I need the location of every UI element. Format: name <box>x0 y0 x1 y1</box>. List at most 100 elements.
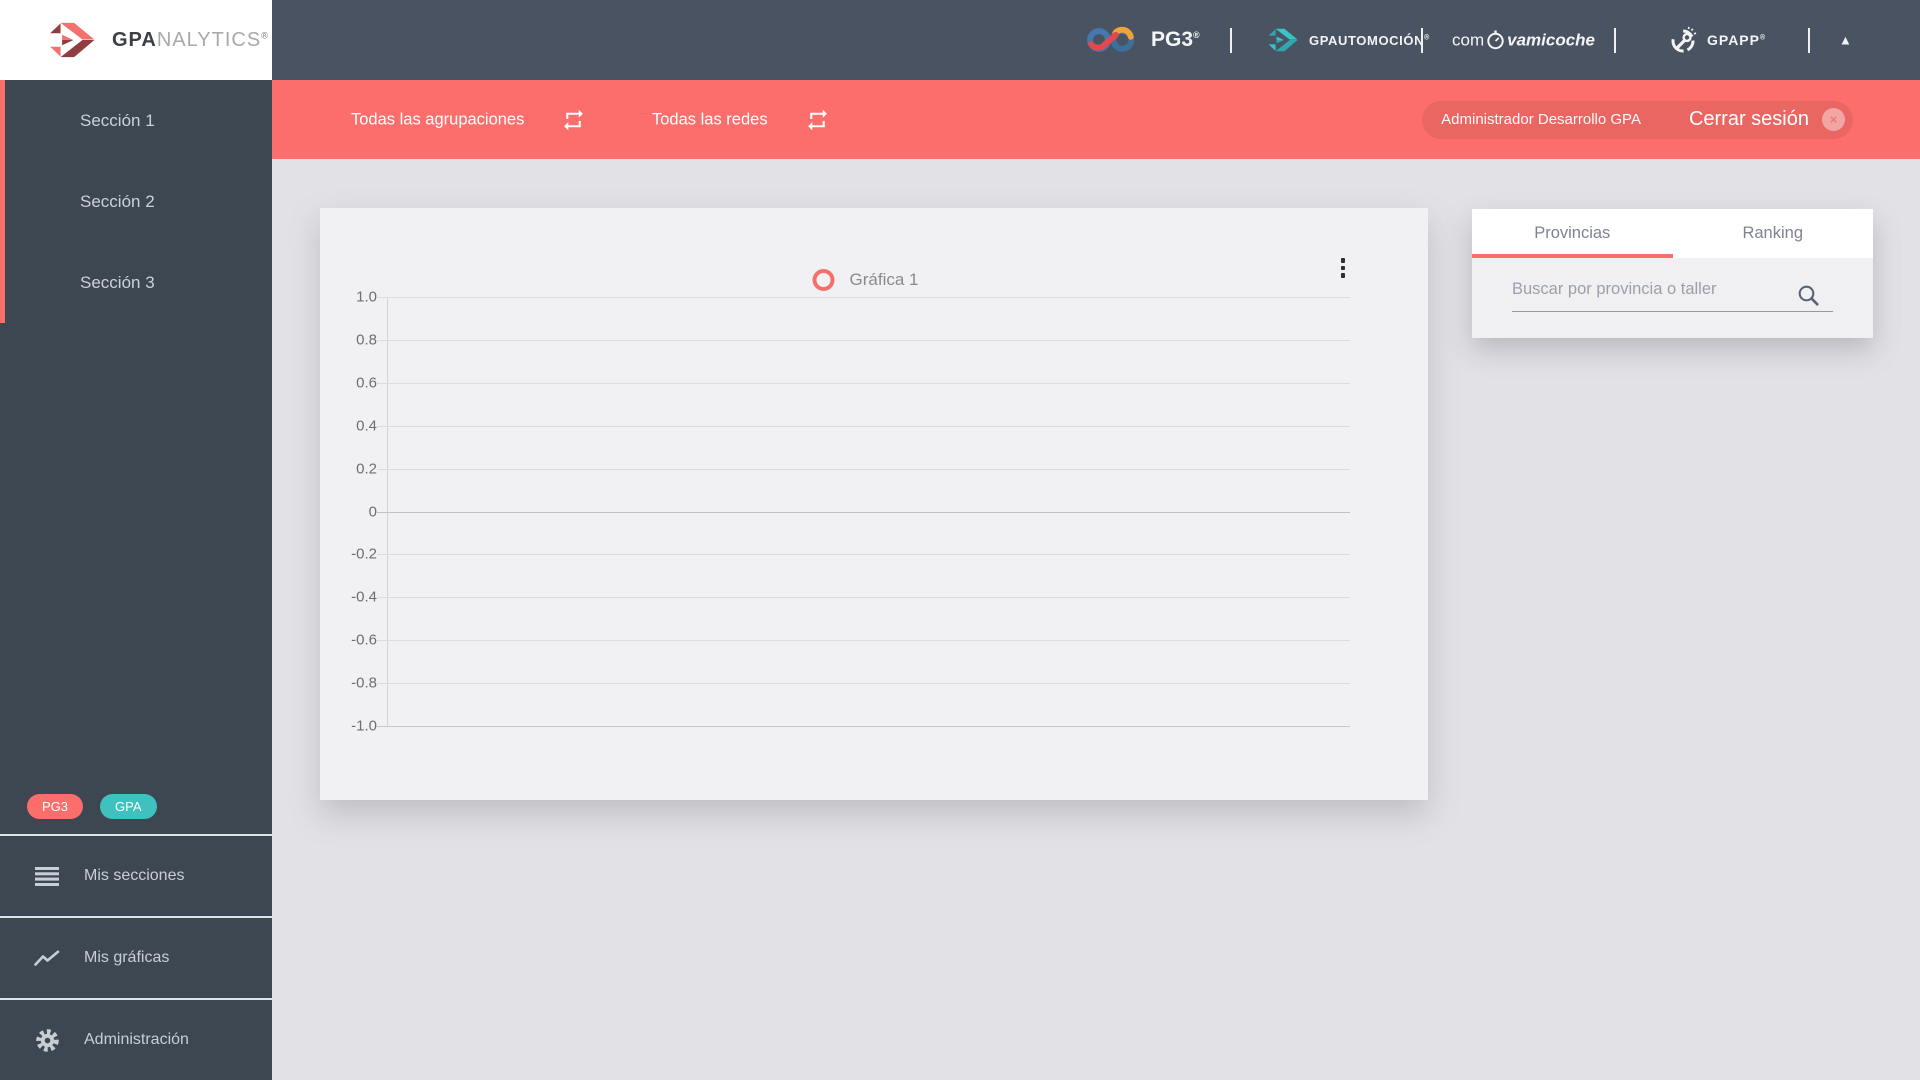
gridline <box>377 339 1350 341</box>
panel-body <box>1472 258 1873 338</box>
gridline <box>377 640 1350 642</box>
y-tick-label: 0.4 <box>356 417 377 435</box>
header-divider <box>1614 28 1616 53</box>
sidebar-item-mis-secciones[interactable]: Mis secciones <box>0 834 272 916</box>
y-tick-label: 0 <box>368 503 377 520</box>
sidebar-item-label: Sección 2 <box>80 191 155 211</box>
pg3-logo-text: PG3® <box>1151 28 1200 51</box>
kebab-dot <box>1340 273 1345 278</box>
gridline <box>377 726 1350 727</box>
chart-legend[interactable]: Gráfica 1 <box>812 269 919 291</box>
legend-ring-icon <box>812 269 835 291</box>
gpapp-logo: GPAPP® <box>1670 26 1766 54</box>
y-tick-label: -0.8 <box>351 674 377 692</box>
gpa-badge[interactable]: GPA <box>100 794 157 819</box>
y-tick-label: 1.0 <box>356 288 377 306</box>
gridline <box>377 297 1350 298</box>
gpautomocion-logo-text: GPAUTOMOCIÓN® <box>1309 32 1430 48</box>
chevron-up-icon[interactable]: ▲ <box>1839 33 1852 48</box>
sidebar-item-seccion-2[interactable]: Sección 2 <box>5 161 272 242</box>
logout-close-icon[interactable]: × <box>1822 108 1845 131</box>
registered-mark: ® <box>261 29 269 40</box>
user-session-pill: Administrador Desarrollo GPA Cerrar sesi… <box>1422 100 1853 139</box>
y-tick-label: 0.6 <box>356 374 377 392</box>
sidebar-item-seccion-3[interactable]: Sección 3 <box>5 242 272 323</box>
gpautomocion-arrow-icon <box>1268 28 1298 52</box>
sidebar-item-administracion[interactable]: Administración <box>0 998 272 1080</box>
sidebar-item-mis-graficas[interactable]: Mis gráficas <box>0 916 272 998</box>
gridline <box>377 511 1350 513</box>
gpautomocion-logo: GPAUTOMOCIÓN® <box>1266 26 1430 54</box>
search-input[interactable] <box>1512 268 1833 312</box>
registered-mark: ® <box>1759 34 1767 42</box>
pg3-infinity-icon <box>1087 26 1135 52</box>
gridline <box>377 554 1350 556</box>
line-chart-icon <box>34 949 60 967</box>
gridline <box>377 425 1350 427</box>
sidebar-item-label: Mis secciones <box>84 867 185 884</box>
chart-card: Gráfica 1 1.0 0.8 0.6 0.4 0.2 0 -0.2 -0.4 -0.6 -0… <box>320 208 1428 800</box>
registered-mark: ® <box>1193 30 1200 40</box>
gear-icon <box>34 1028 60 1053</box>
app-logo-text: GPANALYTICS® <box>112 29 269 52</box>
chart-plot: 1.0 0.8 0.6 0.4 0.2 0 -0.2 -0.4 -0.6 -0.8 -1.0 <box>351 289 1350 735</box>
app-logo: GPANALYTICS® <box>0 0 272 80</box>
badges-row: PG3 GPA <box>0 779 272 834</box>
pg3-logo: PG3® <box>1084 25 1200 55</box>
comvamicoche-logo: com vamicoche <box>1452 30 1595 51</box>
logout-button[interactable]: Cerrar sesión <box>1689 108 1809 131</box>
repeat-icon <box>561 107 586 132</box>
user-name: Administrador Desarrollo GPA <box>1441 111 1641 128</box>
stopwatch-icon <box>1485 30 1506 51</box>
pg3-badge[interactable]: PG3 <box>27 794 84 819</box>
gpapp-wrench-icon <box>1671 26 1697 53</box>
gridline <box>377 597 1350 599</box>
comvamicoche-text-left: com <box>1452 30 1485 49</box>
search-icon[interactable] <box>1797 284 1820 312</box>
top-header: PG3® GPAUTOMOCIÓN® com vamicoche GPAPP® … <box>272 0 1920 80</box>
filter-redes[interactable]: Todas las redes <box>652 107 830 132</box>
y-tick-label: -0.4 <box>351 588 377 606</box>
filter-label: Todas las redes <box>652 110 768 128</box>
header-divider <box>1421 28 1423 53</box>
sidebar-sections: Sección 1 Sección 2 Sección 3 <box>0 80 272 323</box>
y-tick-label: -0.6 <box>351 631 377 649</box>
header-divider <box>1230 28 1232 53</box>
y-tick-label: 0.8 <box>356 331 377 349</box>
sidebar-item-label: Mis gráficas <box>84 949 170 966</box>
legend-label: Gráfica 1 <box>849 270 919 289</box>
sidebar-bottom: PG3 GPA Mis secciones Mis gráficas Admin… <box>0 779 272 1080</box>
kebab-dot <box>1340 258 1345 263</box>
logo-text-bold: GPA <box>112 28 157 51</box>
y-tick-label: -0.2 <box>351 545 377 563</box>
sidebar-item-label: Administración <box>84 1031 189 1048</box>
list-icon <box>34 866 60 886</box>
kebab-dot <box>1340 265 1345 270</box>
filter-label: Todas las agrupaciones <box>351 110 525 128</box>
filter-agrupaciones[interactable]: Todas las agrupaciones <box>351 107 586 132</box>
comvamicoche-text-right: vamicoche <box>1507 30 1596 49</box>
y-tick-label: 0.2 <box>356 460 377 478</box>
registered-mark: ® <box>1424 34 1430 42</box>
gpapp-logo-text: GPAPP® <box>1707 32 1767 48</box>
kebab-menu-icon[interactable] <box>1337 254 1350 282</box>
tab-provincias[interactable]: Provincias <box>1472 209 1673 258</box>
gridline <box>377 468 1350 470</box>
repeat-icon <box>805 107 830 132</box>
filter-bar: Todas las agrupaciones Todas las redes A… <box>272 80 1920 159</box>
y-tick-label: -1.0 <box>351 717 377 735</box>
sidebar-item-label: Sección 3 <box>80 272 155 292</box>
sidebar-item-seccion-1[interactable]: Sección 1 <box>5 80 272 161</box>
tab-ranking[interactable]: Ranking <box>1673 209 1874 258</box>
sidebar: GPANALYTICS® Sección 1 Sección 2 Sección… <box>0 0 272 1080</box>
header-divider <box>1808 28 1810 53</box>
gridline <box>377 683 1350 685</box>
logo-text-light: NALYTICS <box>156 28 262 51</box>
gpanalytics-arrow-icon <box>50 22 95 58</box>
header-collapse-control[interactable]: ▲ <box>1839 33 1852 48</box>
panel-tabs: Provincias Ranking <box>1472 209 1873 258</box>
gridline <box>377 382 1350 384</box>
side-panel: Provincias Ranking <box>1472 209 1873 338</box>
tab-label: Ranking <box>1742 224 1804 242</box>
sidebar-item-label: Sección 1 <box>80 110 155 130</box>
